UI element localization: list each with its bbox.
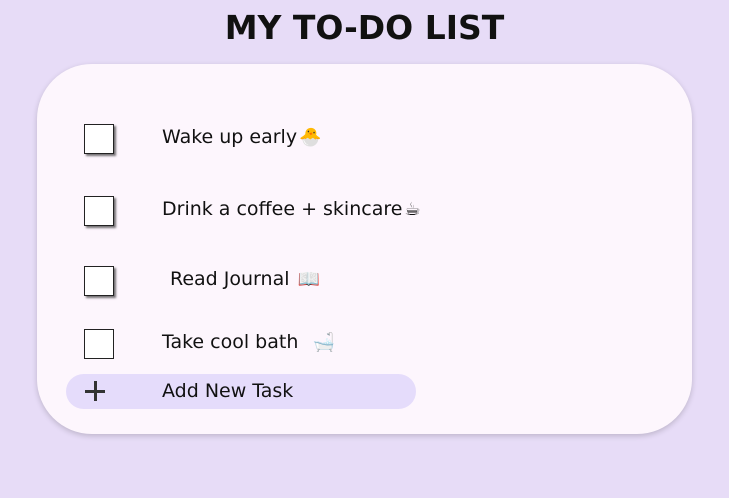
list-item: Wake up early 🐣 (37, 122, 637, 156)
open-book-emoji: 📖 (297, 269, 320, 290)
list-item: Take cool bath 🛁 (37, 327, 637, 361)
list-item: Read Journal 📖 (37, 264, 637, 298)
hatching-chick-emoji: 🐣 (299, 127, 322, 148)
page-title: MY TO-DO LIST (224, 8, 505, 47)
task-checkbox[interactable] (84, 124, 114, 154)
bathtub-emoji: 🛁 (312, 332, 335, 353)
plus-icon (85, 381, 105, 401)
task-checkbox[interactable] (84, 329, 114, 359)
task-label: Drink a coffee + skincare ☕ (162, 198, 421, 220)
todo-card: Wake up early 🐣 Drink a coffee + skincare… (37, 64, 692, 434)
list-item: Drink a coffee + skincare ☕ (37, 194, 637, 228)
task-label: Read Journal 📖 (170, 268, 320, 290)
task-checkbox[interactable] (84, 266, 114, 296)
task-label: Take cool bath 🛁 (162, 331, 335, 353)
task-label: Wake up early 🐣 (162, 126, 322, 148)
coffee-emoji: ☕ (404, 199, 421, 220)
add-new-task-button[interactable]: Add New Task (66, 374, 416, 409)
task-checkbox[interactable] (84, 196, 114, 226)
add-new-task-label: Add New Task (162, 380, 294, 402)
